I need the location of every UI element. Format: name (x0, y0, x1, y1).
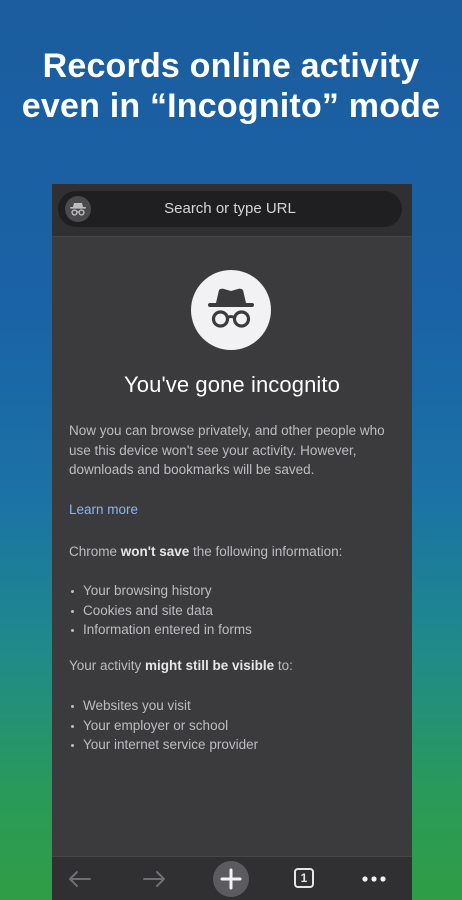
wont-save-bold: won't save (120, 544, 190, 559)
visible-suffix: to: (274, 658, 293, 673)
top-toolbar: Search or type URL (52, 184, 412, 237)
more-dots-icon (362, 876, 386, 882)
still-visible-heading: Your activity might still be visible to: (69, 656, 399, 676)
forward-button[interactable] (132, 857, 176, 900)
intro-text: Now you can browse privately, and other … (69, 423, 385, 477)
list-item: Websites you visit (69, 696, 399, 716)
back-button[interactable] (58, 857, 102, 900)
browser-screen: Search or type URL You've gone incognito… (52, 184, 412, 900)
learn-more-link[interactable]: Learn more (69, 502, 138, 517)
tab-switcher-button[interactable]: 1 (282, 857, 326, 900)
wont-save-heading: Chrome won't save the following informat… (69, 542, 399, 562)
url-bar[interactable]: Search or type URL (58, 191, 402, 227)
tab-count-badge: 1 (294, 868, 314, 888)
plus-circle-icon (213, 861, 249, 897)
visible-bold: might still be visible (145, 658, 275, 673)
list-item: Your browsing history (69, 581, 399, 601)
wont-save-list: Your browsing history Cookies and site d… (69, 581, 399, 640)
forward-arrow-icon (143, 871, 165, 887)
still-visible-list: Websites you visit Your employer or scho… (69, 696, 399, 755)
headline-line-2: even in “Incognito” mode (21, 87, 441, 125)
page-title: You've gone incognito (124, 372, 340, 397)
list-item: Information entered in forms (69, 620, 399, 640)
new-tab-button[interactable] (209, 857, 253, 900)
wont-save-prefix: Chrome (69, 544, 121, 559)
list-item: Your employer or school (69, 716, 399, 736)
list-item: Cookies and site data (69, 601, 399, 621)
wont-save-suffix: the following information: (189, 544, 343, 559)
headline-line-1: Records online activity (42, 47, 420, 85)
menu-button[interactable] (352, 857, 396, 900)
incognito-icon (191, 270, 271, 350)
promo-headline: Records online activity even in “Incogni… (0, 46, 462, 126)
back-arrow-icon (69, 871, 91, 887)
url-placeholder: Search or type URL (164, 200, 296, 217)
visible-prefix: Your activity (69, 658, 146, 673)
list-item: Your internet service provider (69, 735, 399, 755)
bottom-toolbar: 1 (52, 856, 412, 900)
